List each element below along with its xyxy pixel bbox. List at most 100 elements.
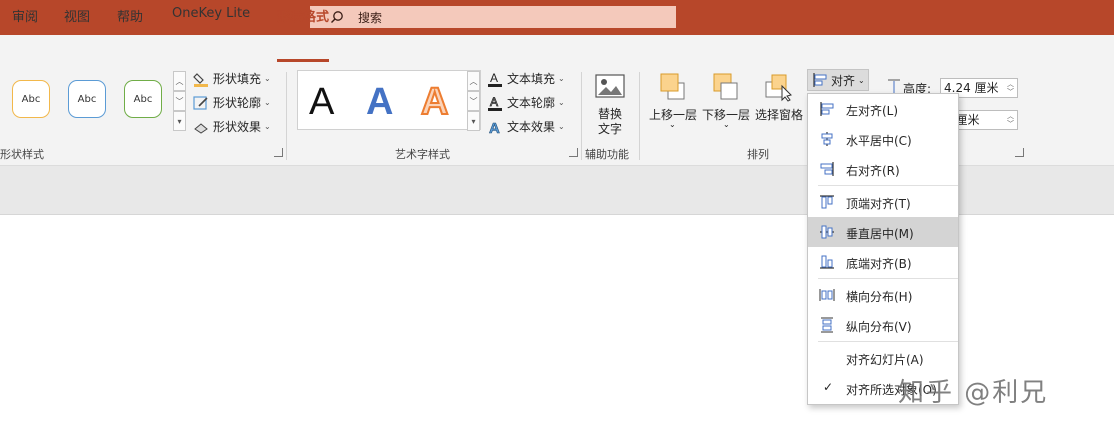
wordart-sample-1[interactable]: A — [309, 80, 334, 124]
gallery-scroll-down[interactable]: ﹀ — [173, 91, 186, 111]
wordart-launcher[interactable] — [569, 148, 578, 157]
menu-item-label: 左对齐(L) — [846, 104, 899, 118]
distribute-horizontal-icon — [819, 289, 835, 301]
align-middle-icon — [820, 225, 834, 239]
menu-item-align-top[interactable]: 顶端对齐(T) — [808, 187, 958, 217]
text-outline-label: 文本轮廓 — [507, 96, 556, 110]
menu-item-label: 横向分布(H) — [846, 290, 913, 304]
wordart-scroll-down[interactable]: ﹀ — [467, 91, 480, 111]
text-effects-button[interactable]: A 文本效果 ⌄ — [487, 118, 565, 135]
shape-outline-label: 形状轮廓 — [213, 96, 262, 110]
paint-bucket-icon — [193, 71, 209, 87]
wordart-sample-2[interactable]: A — [366, 80, 393, 124]
shape-effects-label: 形状效果 — [213, 120, 262, 134]
shape-effects-button[interactable]: 形状效果 ⌄ — [193, 118, 271, 135]
group-label-arrange: 排列 — [747, 148, 769, 161]
menu-item-label: 纵向分布(V) — [846, 320, 912, 334]
shape-style-2[interactable]: Abc — [68, 80, 106, 118]
width-spin-up[interactable]: ︿ — [1007, 113, 1014, 120]
menu-item-distribute-vertical[interactable]: 纵向分布(V) — [808, 310, 958, 340]
picture-icon — [595, 74, 625, 103]
menu-item-distribute-horizontal[interactable]: 横向分布(H) — [808, 280, 958, 310]
shape-effects-icon — [193, 119, 209, 135]
text-effects-label: 文本效果 — [507, 120, 556, 134]
align-label: 对齐 — [831, 73, 856, 88]
pen-outline-icon — [193, 95, 209, 111]
align-right-icon — [820, 162, 834, 176]
alt-text-label-2: 文字 — [598, 122, 623, 136]
tab-shape-format[interactable]: 形状格式 — [277, 6, 329, 25]
active-tab-indicator — [277, 59, 329, 62]
height-spin-up[interactable]: ︿ — [1007, 81, 1014, 88]
menu-separator — [818, 341, 958, 342]
menu-item-align-middle[interactable]: 垂直居中(M) — [808, 217, 958, 247]
svg-text:A: A — [490, 95, 498, 109]
distribute-vertical-icon — [821, 317, 833, 333]
group-label-shape-styles: 形状样式 — [0, 148, 44, 161]
send-backward-icon — [712, 72, 740, 105]
text-fill-label: 文本填充 — [507, 72, 556, 86]
tab-view[interactable]: 视图 — [64, 6, 90, 25]
menu-item-align-right[interactable]: 右对齐(R) — [808, 154, 958, 184]
align-menu: 左对齐(L) 水平居中(C) 右对齐(R) 顶端对齐(T) 垂直居中(M) 底端… — [807, 93, 959, 405]
menu-item-label: 水平居中(C) — [846, 134, 912, 148]
wordart-expand[interactable]: ▾ — [467, 111, 480, 131]
shape-style-3[interactable]: Abc — [124, 80, 162, 118]
group-separator — [286, 72, 287, 160]
send-backward-caret: ⌄ — [723, 120, 730, 129]
bring-forward-button[interactable]: 上移一层 ⌄ — [647, 70, 701, 132]
text-fill-button[interactable]: A 文本填充 ⌄ — [487, 70, 565, 87]
align-dropdown-button[interactable]: 对齐 ⌄ — [807, 69, 869, 91]
menu-separator — [818, 185, 958, 186]
alt-text-button[interactable]: 替换 文字 — [590, 70, 632, 140]
menu-item-label: 对齐幻灯片(A) — [846, 353, 924, 367]
selection-pane-button[interactable]: 选择窗格 — [754, 70, 806, 132]
shape-styles-launcher[interactable] — [274, 148, 283, 157]
svg-text:A: A — [489, 120, 500, 135]
shape-fill-button[interactable]: 形状填充 ⌄ — [193, 70, 271, 87]
menu-item-align-bottom[interactable]: 底端对齐(B) — [808, 247, 958, 277]
tab-help[interactable]: 帮助 — [117, 6, 143, 25]
align-bottom-icon — [820, 255, 834, 269]
text-outline-button[interactable]: A 文本轮廓 ⌄ — [487, 94, 565, 111]
menu-item-label: 顶端对齐(T) — [846, 197, 911, 211]
gallery-scroll-up[interactable]: ︿ — [173, 71, 186, 91]
menu-item-label: 底端对齐(B) — [846, 257, 912, 271]
gallery-expand[interactable]: ▾ — [173, 111, 186, 131]
watermark: 知乎 @利兄 — [898, 378, 1049, 408]
shape-fill-label: 形状填充 — [213, 72, 262, 86]
tab-onekey-lite[interactable]: OneKey Lite — [172, 6, 250, 21]
menu-item-label: 右对齐(R) — [846, 164, 900, 178]
group-label-accessibility: 辅助功能 — [585, 148, 629, 161]
group-separator — [581, 72, 582, 160]
bring-forward-caret: ⌄ — [669, 120, 676, 129]
size-launcher[interactable] — [1015, 148, 1024, 157]
tab-review[interactable]: 审阅 — [12, 6, 38, 25]
align-left-icon — [820, 102, 834, 116]
wordart-scroll-up[interactable]: ︿ — [467, 71, 480, 91]
shape-outline-button[interactable]: 形状轮廓 ⌄ — [193, 94, 271, 111]
selection-pane-label: 选择窗格 — [755, 108, 804, 122]
menu-separator — [818, 278, 958, 279]
search-box[interactable]: 搜索 — [310, 6, 676, 28]
align-left-icon — [812, 72, 828, 88]
align-center-icon — [821, 132, 833, 146]
menu-item-align-left[interactable]: 左对齐(L) — [808, 94, 958, 124]
menu-item-label: 垂直居中(M) — [846, 227, 914, 241]
ribbon-tab-bar — [0, 35, 1114, 65]
group-separator — [639, 72, 640, 160]
shape-style-1[interactable]: Abc — [12, 80, 50, 118]
text-fill-icon: A — [487, 71, 503, 87]
align-top-icon — [820, 195, 834, 209]
wordart-sample-3[interactable]: A — [420, 80, 449, 124]
menu-item-align-to-slide[interactable]: 对齐幻灯片(A) — [808, 343, 958, 373]
selection-pane-icon — [764, 72, 794, 105]
width-spin-down[interactable]: ﹀ — [1007, 121, 1014, 128]
menu-item-align-center[interactable]: 水平居中(C) — [808, 124, 958, 154]
align-caret: ⌄ — [858, 75, 865, 85]
height-spin-down[interactable]: ﹀ — [1007, 89, 1014, 96]
send-backward-button[interactable]: 下移一层 ⌄ — [701, 70, 755, 132]
group-label-wordart: 艺术字样式 — [395, 148, 450, 161]
text-outline-icon: A — [487, 95, 503, 111]
search-placeholder: 搜索 — [358, 10, 383, 25]
